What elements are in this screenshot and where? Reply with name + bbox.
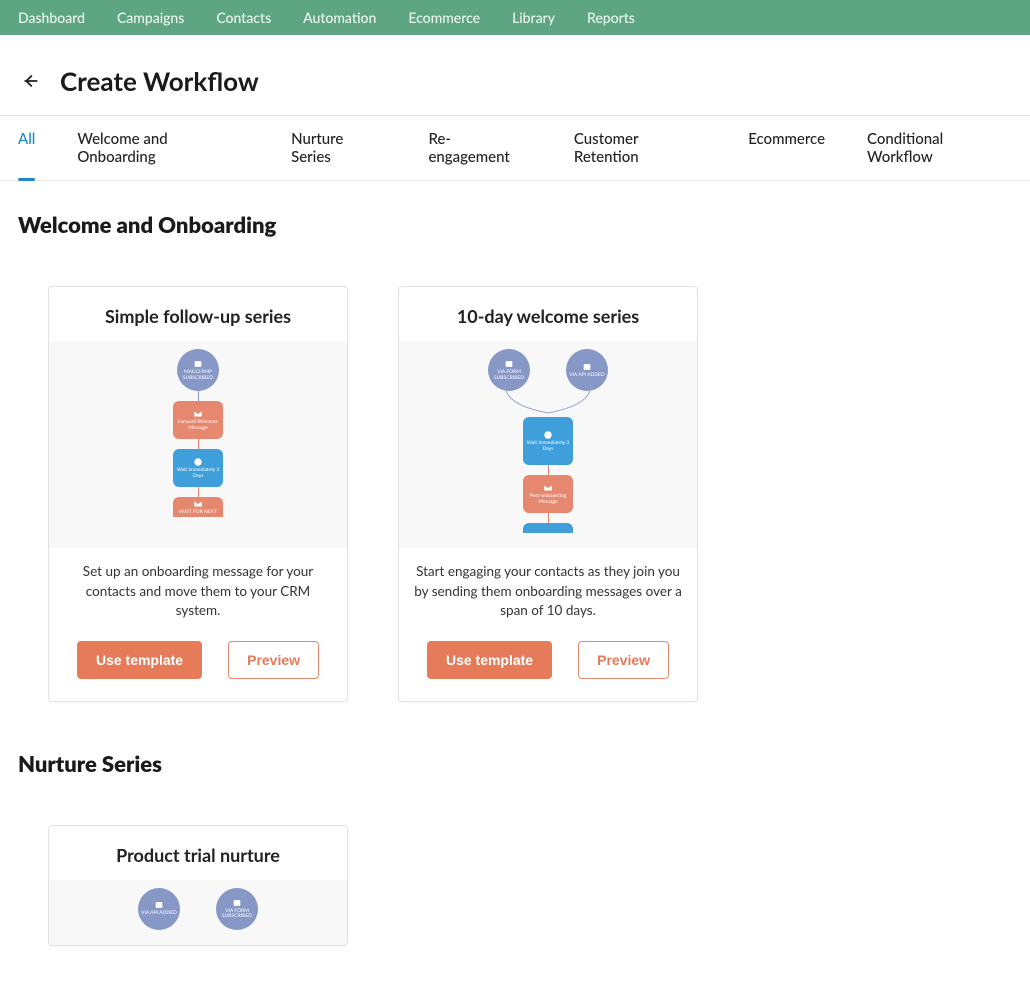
- connector: [198, 487, 199, 497]
- node-label: VIA FORM SUBSCRIBED: [216, 909, 258, 920]
- nav-item-campaigns[interactable]: Campaigns: [117, 9, 184, 26]
- top-nav: Dashboard Campaigns Contacts Automation …: [0, 0, 1030, 35]
- tab-nurture-series[interactable]: Nurture Series: [291, 130, 386, 180]
- tab-re-engagement[interactable]: Re-engagement: [428, 130, 531, 180]
- nav-item-automation[interactable]: Automation: [303, 9, 376, 26]
- workflow-diagram: MAILCHIMP SUBSCRIBED Forward Welcome Mes…: [49, 341, 347, 548]
- tab-conditional-workflow[interactable]: Conditional Workflow: [867, 130, 1012, 180]
- connector-merge: [493, 385, 603, 417]
- filter-tabs: All Welcome and Onboarding Nurture Serie…: [0, 116, 1030, 181]
- node-action-orange: Forward Welcome Message: [173, 401, 223, 439]
- node-wait-blue: [523, 523, 573, 533]
- preview-button[interactable]: Preview: [578, 641, 669, 679]
- node-wait-blue: Wait Immediately 3 Days: [173, 449, 223, 487]
- node-label: Forward Welcome Message: [173, 420, 223, 432]
- card-10-day-welcome: 10-day welcome series VIA FORM SUBSCRIBE…: [398, 286, 698, 702]
- node-trigger-circle: VIA FORM SUBSCRIBED: [216, 888, 258, 930]
- nav-item-dashboard[interactable]: Dashboard: [18, 9, 85, 26]
- tab-customer-retention[interactable]: Customer Retention: [574, 130, 706, 180]
- card-actions: Use template Preview: [49, 629, 347, 701]
- connector: [198, 391, 199, 401]
- card-product-trial-nurture: Product trial nurture VIA API ADDED VIA …: [48, 825, 348, 946]
- tab-ecommerce[interactable]: Ecommerce: [748, 130, 825, 180]
- card-actions: Use template Preview: [399, 629, 697, 701]
- tab-welcome-onboarding[interactable]: Welcome and Onboarding: [77, 130, 249, 180]
- node-wait-blue: Wait Immediately 3 Days: [523, 417, 573, 465]
- node-trigger-circle: MAILCHIMP SUBSCRIBED: [177, 349, 219, 391]
- node-label: Wait Immediately 3 Days: [523, 441, 573, 453]
- node-label: MAILCHIMP SUBSCRIBED: [177, 370, 219, 381]
- section-title-nurture: Nurture Series: [18, 750, 1012, 777]
- connector: [548, 465, 549, 475]
- node-action-orange: WAIT FOR NEXT: [173, 497, 223, 517]
- use-template-button[interactable]: Use template: [427, 641, 552, 679]
- use-template-button[interactable]: Use template: [77, 641, 202, 679]
- back-arrow-icon[interactable]: [18, 69, 42, 93]
- card-title: Simple follow-up series: [49, 287, 347, 341]
- card-description: Start engaging your contacts as they joi…: [399, 548, 697, 629]
- nav-item-contacts[interactable]: Contacts: [216, 9, 271, 26]
- tab-all[interactable]: All: [18, 130, 35, 180]
- workflow-diagram: VIA API ADDED VIA FORM SUBSCRIBED: [49, 880, 347, 945]
- nav-item-ecommerce[interactable]: Ecommerce: [408, 9, 480, 26]
- node-trigger-circle: VIA API ADDED: [138, 888, 180, 930]
- preview-button[interactable]: Preview: [228, 641, 319, 679]
- node-label: WAIT FOR NEXT: [179, 510, 217, 516]
- node-label: VIA API ADDED: [141, 911, 177, 917]
- page-header: Create Workflow: [0, 35, 1030, 115]
- node-action-orange: Post-onboarding Message: [523, 475, 573, 513]
- connector: [548, 513, 549, 523]
- nav-item-reports[interactable]: Reports: [587, 9, 635, 26]
- section-title-welcome: Welcome and Onboarding: [18, 211, 1012, 238]
- nav-item-library[interactable]: Library: [512, 9, 555, 26]
- card-title: Product trial nurture: [49, 826, 347, 880]
- workflow-diagram: VIA FORM SUBSCRIBED VIA API ADDED Wait I…: [399, 341, 697, 548]
- card-row-nurture: Product trial nurture VIA API ADDED VIA …: [48, 825, 1012, 946]
- card-title: 10-day welcome series: [399, 287, 697, 341]
- node-label: VIA API ADDED: [569, 373, 605, 379]
- content-area: Welcome and Onboarding Simple follow-up …: [0, 181, 1030, 986]
- card-row-welcome: Simple follow-up series MAILCHIMP SUBSCR…: [48, 286, 1012, 702]
- card-description: Set up an onboarding message for your co…: [49, 548, 347, 629]
- node-label: VIA FORM SUBSCRIBED: [488, 370, 530, 381]
- node-label: Post-onboarding Message: [523, 494, 573, 506]
- card-simple-follow-up: Simple follow-up series MAILCHIMP SUBSCR…: [48, 286, 348, 702]
- node-label: Wait Immediately 3 Days: [173, 468, 223, 480]
- page-title: Create Workflow: [60, 65, 259, 97]
- connector: [198, 439, 199, 449]
